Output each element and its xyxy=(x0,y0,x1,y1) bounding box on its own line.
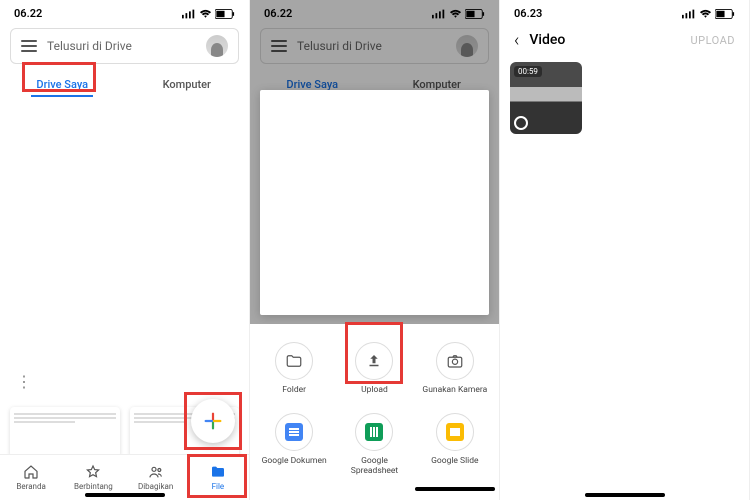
status-icons xyxy=(682,9,735,19)
avatar[interactable] xyxy=(206,35,228,57)
search-bar[interactable]: Telusuri di Drive xyxy=(10,28,239,64)
menu-icon[interactable] xyxy=(21,40,37,52)
status-bar: 06.22 xyxy=(0,0,249,22)
file-thumbnail[interactable] xyxy=(10,407,120,457)
action-google-docs[interactable]: Google Dokumen xyxy=(254,405,334,486)
action-google-slides[interactable]: Google Slide xyxy=(415,405,495,486)
status-icons xyxy=(182,9,235,19)
wifi-icon xyxy=(199,9,212,19)
folder-outline-icon xyxy=(285,352,303,370)
video-picker-screen: 06.23 ‹ Video UPLOAD 00:59 xyxy=(500,0,750,500)
picker-header: ‹ Video UPLOAD xyxy=(500,22,749,58)
signal-icon xyxy=(182,9,196,19)
video-duration: 00:59 xyxy=(514,66,542,77)
people-icon xyxy=(148,464,164,480)
nav-home[interactable]: Beranda xyxy=(0,455,62,500)
battery-icon xyxy=(715,9,735,19)
star-icon xyxy=(85,464,101,480)
wifi-icon xyxy=(699,9,712,19)
home-indicator xyxy=(85,493,165,497)
home-indicator xyxy=(585,493,665,497)
drive-create-menu-screen: 06.22 Telusuri di Drive Drive Saya Kompu… xyxy=(250,0,500,500)
home-icon xyxy=(23,464,39,480)
folder-icon xyxy=(210,464,226,480)
video-thumbnail[interactable]: 00:59 xyxy=(510,62,582,134)
plus-icon xyxy=(202,410,224,432)
file-area: ⋮ xyxy=(0,97,249,453)
battery-icon xyxy=(215,9,235,19)
sheets-icon xyxy=(365,423,383,441)
action-google-sheets[interactable]: Google Spreadsheet xyxy=(334,405,414,486)
status-bar: 06.23 xyxy=(500,0,749,22)
action-camera[interactable]: Gunakan Kamera xyxy=(415,334,495,405)
nav-file[interactable]: File xyxy=(187,455,249,500)
fab-new[interactable] xyxy=(191,399,235,443)
home-indicator xyxy=(415,487,495,491)
docs-icon xyxy=(285,423,303,441)
blank-document-preview xyxy=(260,90,489,315)
signal-icon xyxy=(682,9,696,19)
clock: 06.23 xyxy=(514,7,542,20)
clock: 06.22 xyxy=(14,7,42,20)
upload-icon xyxy=(365,352,383,370)
slides-icon xyxy=(446,423,464,441)
search-placeholder: Telusuri di Drive xyxy=(47,39,196,53)
picker-title: Video xyxy=(519,32,690,48)
tab-computer[interactable]: Komputer xyxy=(125,70,250,97)
tab-my-drive[interactable]: Drive Saya xyxy=(0,70,125,97)
upload-button[interactable]: UPLOAD xyxy=(691,34,736,47)
drive-home-screen: 06.22 Telusuri di Drive Drive Saya Kompu… xyxy=(0,0,250,500)
create-menu: Folder Upload Gunakan Kamera Google Doku… xyxy=(250,324,499,500)
camera-icon xyxy=(446,352,464,370)
more-icon[interactable]: ⋮ xyxy=(16,372,32,391)
tabs: Drive Saya Komputer xyxy=(0,70,249,97)
selection-indicator xyxy=(514,116,528,130)
action-upload[interactable]: Upload xyxy=(334,334,414,405)
action-folder[interactable]: Folder xyxy=(254,334,334,405)
